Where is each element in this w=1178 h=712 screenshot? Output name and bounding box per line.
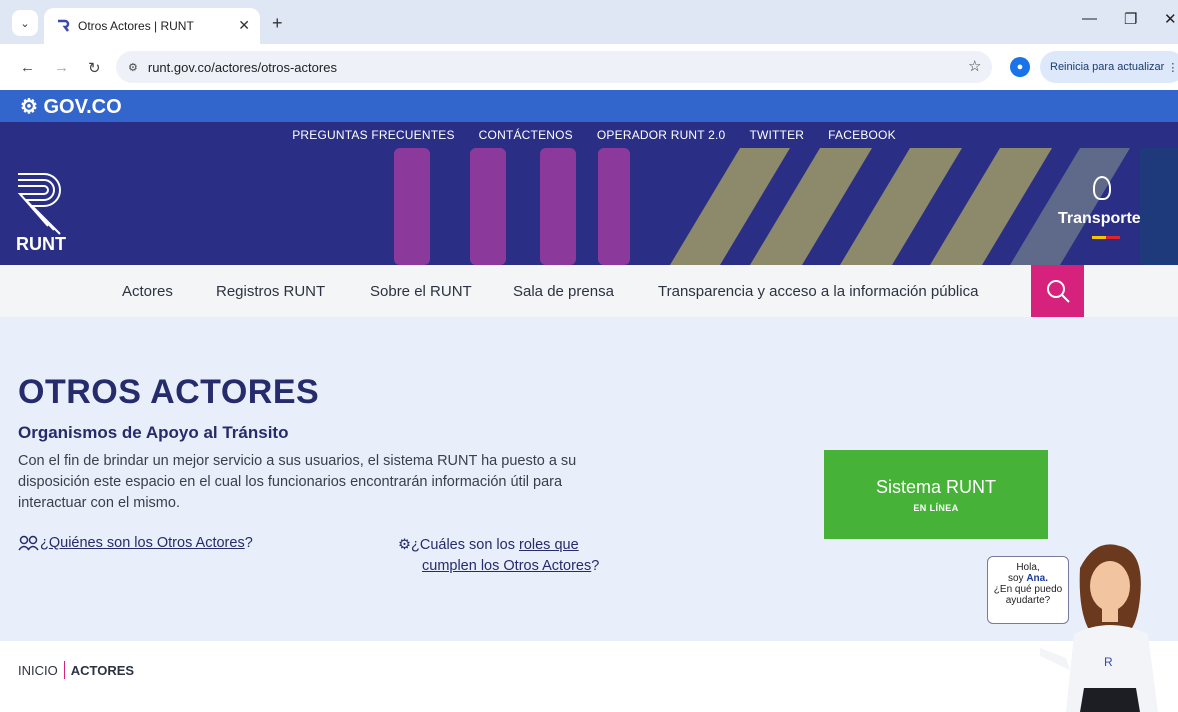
update-button[interactable]: Reinicia para actualizar ⋮ xyxy=(1040,51,1178,83)
profile-avatar-icon[interactable]: ● xyxy=(1010,57,1030,77)
nav-item-transparencia[interactable]: Transparencia y acceso a la información … xyxy=(658,283,978,300)
search-icon xyxy=(1046,280,1070,303)
runt-online-subtitle: EN LÍNEA xyxy=(913,502,959,513)
gov-bar: ⚙ GOV.CO xyxy=(0,90,1178,122)
roles-icon: ⚙ xyxy=(398,537,411,553)
people-icon xyxy=(18,535,39,551)
breadcrumb-home[interactable]: INICIO xyxy=(18,663,58,678)
close-window-icon[interactable]: ✕ xyxy=(1164,10,1177,28)
runt-online-button[interactable]: Sistema RUNT EN LÍNEA xyxy=(824,450,1048,539)
intro-text: Con el fin de brindar un mejor servicio … xyxy=(18,453,577,511)
top-link-facebook[interactable]: FACEBOOK xyxy=(828,128,896,142)
breadcrumb-current: ACTORES xyxy=(70,662,135,678)
flag-stripe xyxy=(1092,236,1120,239)
q2-prefix: ¿Cuáles son los xyxy=(411,537,519,553)
nav-item-actores[interactable]: Actores xyxy=(122,283,173,300)
top-link-contact[interactable]: CONTÁCTENOS xyxy=(479,128,573,142)
tab-close-icon[interactable]: ✕ xyxy=(238,17,250,34)
main-nav: Actores Registros RUNT Sobre el RUNT Sal… xyxy=(0,265,1178,317)
tab-title: Otros Actores | RUNT xyxy=(78,19,194,33)
nav-item-sala-prensa[interactable]: Sala de prensa xyxy=(513,283,614,300)
question-roles: ⚙¿Cuáles son los roles que cumplen los O… xyxy=(398,535,658,577)
colombia-seal-icon xyxy=(1093,176,1111,200)
runt-logo-text: RUNT xyxy=(16,234,66,254)
address-bar-row: ← → ↻ ⚙ runt.gov.co/actores/otros-actore… xyxy=(0,44,1178,90)
banner-decoration xyxy=(394,148,1178,265)
new-tab-button[interactable]: + xyxy=(272,13,283,34)
roles-link-part1[interactable]: roles que xyxy=(519,537,579,553)
gov-logo[interactable]: ⚙ GOV.CO xyxy=(20,94,122,119)
bubble-line2: soy xyxy=(1007,573,1027,584)
ministry-name: Transporte xyxy=(1058,210,1141,227)
q2-suffix: ? xyxy=(591,558,600,574)
nav-item-sobre[interactable]: Sobre el RUNT xyxy=(370,283,472,300)
bookmark-star-icon[interactable]: ☆ xyxy=(968,57,981,75)
breadcrumb: INICIO ACTORES xyxy=(18,661,134,679)
runt-favicon-icon xyxy=(58,19,70,32)
q1-suffix: ? xyxy=(244,535,253,551)
update-button-label: Reinicia para actualizar xyxy=(1050,61,1165,73)
nav-item-registros[interactable]: Registros RUNT xyxy=(216,283,325,300)
breadcrumb-separator xyxy=(63,661,65,679)
q1-prefix: ¿ xyxy=(40,535,49,551)
who-are-link[interactable]: Quiénes son los Otros Actores xyxy=(49,535,245,551)
url-text: runt.gov.co/actores/otros-actores xyxy=(147,59,337,75)
browser-tab[interactable]: Otros Actores | RUNT ✕ xyxy=(44,8,260,44)
top-links: PREGUNTAS FRECUENTES CONTÁCTENOS OPERADO… xyxy=(0,122,1178,148)
back-icon[interactable]: ← xyxy=(20,59,35,76)
runt-online-title: Sistema RUNT xyxy=(875,476,996,497)
svg-text:R: R xyxy=(1104,655,1113,669)
question-who: ¿ Quiénes son los Otros Actores? xyxy=(18,535,253,551)
roles-link-part2[interactable]: cumplen los Otros Actores xyxy=(422,558,591,574)
page-title: OTROS ACTORES xyxy=(18,373,320,411)
search-button[interactable] xyxy=(1031,265,1084,317)
url-field[interactable]: ⚙ runt.gov.co/actores/otros-actores xyxy=(116,51,992,83)
tab-search-menu-button[interactable]: ⌄ xyxy=(12,10,38,36)
page-subtitle: Organismos de Apoyo al Tránsito xyxy=(18,423,289,442)
restore-icon[interactable]: ❐ xyxy=(1124,10,1137,28)
site-info-icon[interactable]: ⚙ xyxy=(128,61,138,74)
minimize-icon[interactable]: — xyxy=(1082,10,1097,27)
assistant-avatar[interactable]: R xyxy=(1040,538,1170,712)
reload-icon[interactable]: ↻ xyxy=(88,59,101,77)
header-banner: RUNT Transporte xyxy=(0,148,1178,265)
top-link-faq[interactable]: PREGUNTAS FRECUENTES xyxy=(292,128,454,142)
browser-tab-bar: ⌄ Otros Actores | RUNT ✕ + — ❐ ✕ xyxy=(0,0,1178,44)
gov-logo-text: GOV.CO xyxy=(43,96,122,118)
forward-icon[interactable]: → xyxy=(54,59,69,76)
top-link-twitter[interactable]: TWITTER xyxy=(749,128,804,142)
top-link-operator[interactable]: OPERADOR RUNT 2.0 xyxy=(597,128,726,142)
